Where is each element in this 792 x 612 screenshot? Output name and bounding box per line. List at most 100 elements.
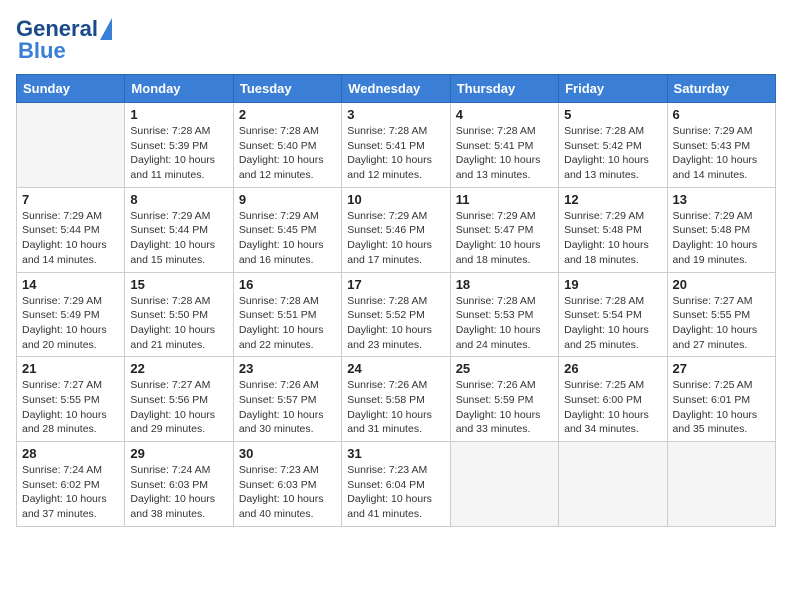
- day-info: Sunrise: 7:28 AMSunset: 5:39 PMDaylight:…: [130, 124, 227, 183]
- day-info: Sunrise: 7:28 AMSunset: 5:54 PMDaylight:…: [564, 294, 661, 353]
- day-info: Sunrise: 7:28 AMSunset: 5:40 PMDaylight:…: [239, 124, 336, 183]
- day-number: 7: [22, 192, 119, 207]
- calendar-cell: 24 Sunrise: 7:26 AMSunset: 5:58 PMDayligh…: [342, 357, 450, 442]
- day-number: 20: [673, 277, 770, 292]
- day-number: 2: [239, 107, 336, 122]
- calendar-cell: 29 Sunrise: 7:24 AMSunset: 6:03 PMDayligh…: [125, 442, 233, 527]
- day-info: Sunrise: 7:23 AMSunset: 6:03 PMDaylight:…: [239, 463, 336, 522]
- header-wednesday: Wednesday: [342, 75, 450, 103]
- day-number: 14: [22, 277, 119, 292]
- day-info: Sunrise: 7:29 AMSunset: 5:49 PMDaylight:…: [22, 294, 119, 353]
- day-info: Sunrise: 7:29 AMSunset: 5:48 PMDaylight:…: [564, 209, 661, 268]
- day-number: 22: [130, 361, 227, 376]
- day-info: Sunrise: 7:24 AMSunset: 6:02 PMDaylight:…: [22, 463, 119, 522]
- calendar-cell: 1 Sunrise: 7:28 AMSunset: 5:39 PMDaylight…: [125, 103, 233, 188]
- day-number: 11: [456, 192, 553, 207]
- day-info: Sunrise: 7:25 AMSunset: 6:00 PMDaylight:…: [564, 378, 661, 437]
- calendar-cell: 12Sunrise: 7:29 AMSunset: 5:48 PMDayligh…: [559, 187, 667, 272]
- day-info: Sunrise: 7:27 AMSunset: 5:56 PMDaylight:…: [130, 378, 227, 437]
- calendar-cell: 28Sunrise: 7:24 AMSunset: 6:02 PMDayligh…: [17, 442, 125, 527]
- calendar-cell: 7 Sunrise: 7:29 AMSunset: 5:44 PMDaylight…: [17, 187, 125, 272]
- calendar-header-row: SundayMondayTuesdayWednesdayThursdayFrid…: [17, 75, 776, 103]
- day-number: 1: [130, 107, 227, 122]
- day-info: Sunrise: 7:24 AMSunset: 6:03 PMDaylight:…: [130, 463, 227, 522]
- calendar-cell: [559, 442, 667, 527]
- calendar-cell: [450, 442, 558, 527]
- day-info: Sunrise: 7:28 AMSunset: 5:41 PMDaylight:…: [347, 124, 444, 183]
- day-info: Sunrise: 7:29 AMSunset: 5:46 PMDaylight:…: [347, 209, 444, 268]
- day-number: 30: [239, 446, 336, 461]
- day-number: 29: [130, 446, 227, 461]
- day-info: Sunrise: 7:26 AMSunset: 5:58 PMDaylight:…: [347, 378, 444, 437]
- day-info: Sunrise: 7:29 AMSunset: 5:47 PMDaylight:…: [456, 209, 553, 268]
- calendar-cell: 20 Sunrise: 7:27 AMSunset: 5:55 PMDayligh…: [667, 272, 775, 357]
- day-number: 5: [564, 107, 661, 122]
- day-info: Sunrise: 7:28 AMSunset: 5:41 PMDaylight:…: [456, 124, 553, 183]
- day-info: Sunrise: 7:28 AMSunset: 5:51 PMDaylight:…: [239, 294, 336, 353]
- day-info: Sunrise: 7:26 AMSunset: 5:59 PMDaylight:…: [456, 378, 553, 437]
- day-number: 23: [239, 361, 336, 376]
- calendar-cell: 13 Sunrise: 7:29 AMSunset: 5:48 PMDayligh…: [667, 187, 775, 272]
- calendar-week-3: 14 Sunrise: 7:29 AMSunset: 5:49 PMDayligh…: [17, 272, 776, 357]
- day-info: Sunrise: 7:27 AMSunset: 5:55 PMDaylight:…: [22, 378, 119, 437]
- calendar-week-2: 7 Sunrise: 7:29 AMSunset: 5:44 PMDaylight…: [17, 187, 776, 272]
- calendar-cell: 9 Sunrise: 7:29 AMSunset: 5:45 PMDaylight…: [233, 187, 341, 272]
- calendar-cell: 10Sunrise: 7:29 AMSunset: 5:46 PMDayligh…: [342, 187, 450, 272]
- day-number: 6: [673, 107, 770, 122]
- day-number: 24: [347, 361, 444, 376]
- calendar-cell: 30 Sunrise: 7:23 AMSunset: 6:03 PMDayligh…: [233, 442, 341, 527]
- calendar-cell: 31 Sunrise: 7:23 AMSunset: 6:04 PMDayligh…: [342, 442, 450, 527]
- day-info: Sunrise: 7:27 AMSunset: 5:55 PMDaylight:…: [673, 294, 770, 353]
- day-number: 25: [456, 361, 553, 376]
- day-info: Sunrise: 7:23 AMSunset: 6:04 PMDaylight:…: [347, 463, 444, 522]
- calendar-cell: [17, 103, 125, 188]
- calendar-cell: 14 Sunrise: 7:29 AMSunset: 5:49 PMDayligh…: [17, 272, 125, 357]
- calendar-cell: 27 Sunrise: 7:25 AMSunset: 6:01 PMDayligh…: [667, 357, 775, 442]
- day-number: 16: [239, 277, 336, 292]
- calendar-cell: 3 Sunrise: 7:28 AMSunset: 5:41 PMDaylight…: [342, 103, 450, 188]
- day-number: 3: [347, 107, 444, 122]
- logo: General Blue: [16, 16, 112, 64]
- calendar-cell: 22 Sunrise: 7:27 AMSunset: 5:56 PMDayligh…: [125, 357, 233, 442]
- day-info: Sunrise: 7:29 AMSunset: 5:45 PMDaylight:…: [239, 209, 336, 268]
- day-number: 27: [673, 361, 770, 376]
- calendar-cell: 23 Sunrise: 7:26 AMSunset: 5:57 PMDayligh…: [233, 357, 341, 442]
- day-info: Sunrise: 7:28 AMSunset: 5:50 PMDaylight:…: [130, 294, 227, 353]
- day-number: 8: [130, 192, 227, 207]
- day-info: Sunrise: 7:28 AMSunset: 5:52 PMDaylight:…: [347, 294, 444, 353]
- calendar-cell: 17 Sunrise: 7:28 AMSunset: 5:52 PMDayligh…: [342, 272, 450, 357]
- logo-arrow-icon: [100, 18, 112, 40]
- calendar-cell: [667, 442, 775, 527]
- day-number: 19: [564, 277, 661, 292]
- day-number: 13: [673, 192, 770, 207]
- day-info: Sunrise: 7:29 AMSunset: 5:44 PMDaylight:…: [130, 209, 227, 268]
- day-info: Sunrise: 7:29 AMSunset: 5:44 PMDaylight:…: [22, 209, 119, 268]
- page-header: General Blue: [16, 16, 776, 64]
- calendar-cell: 11 Sunrise: 7:29 AMSunset: 5:47 PMDayligh…: [450, 187, 558, 272]
- calendar-cell: 16 Sunrise: 7:28 AMSunset: 5:51 PMDayligh…: [233, 272, 341, 357]
- day-number: 26: [564, 361, 661, 376]
- day-info: Sunrise: 7:25 AMSunset: 6:01 PMDaylight:…: [673, 378, 770, 437]
- header-friday: Friday: [559, 75, 667, 103]
- calendar-cell: 19 Sunrise: 7:28 AMSunset: 5:54 PMDayligh…: [559, 272, 667, 357]
- header-sunday: Sunday: [17, 75, 125, 103]
- header-tuesday: Tuesday: [233, 75, 341, 103]
- day-number: 31: [347, 446, 444, 461]
- calendar-cell: 8 Sunrise: 7:29 AMSunset: 5:44 PMDaylight…: [125, 187, 233, 272]
- calendar-table: SundayMondayTuesdayWednesdayThursdayFrid…: [16, 74, 776, 527]
- day-info: Sunrise: 7:26 AMSunset: 5:57 PMDaylight:…: [239, 378, 336, 437]
- day-number: 17: [347, 277, 444, 292]
- day-number: 21: [22, 361, 119, 376]
- calendar-cell: 2 Sunrise: 7:28 AMSunset: 5:40 PMDaylight…: [233, 103, 341, 188]
- calendar-cell: 6Sunrise: 7:29 AMSunset: 5:43 PMDaylight…: [667, 103, 775, 188]
- day-number: 9: [239, 192, 336, 207]
- day-number: 15: [130, 277, 227, 292]
- calendar-cell: 26 Sunrise: 7:25 AMSunset: 6:00 PMDayligh…: [559, 357, 667, 442]
- calendar-cell: 5Sunrise: 7:28 AMSunset: 5:42 PMDaylight…: [559, 103, 667, 188]
- day-info: Sunrise: 7:28 AMSunset: 5:53 PMDaylight:…: [456, 294, 553, 353]
- day-number: 18: [456, 277, 553, 292]
- calendar-cell: 21 Sunrise: 7:27 AMSunset: 5:55 PMDayligh…: [17, 357, 125, 442]
- day-info: Sunrise: 7:29 AMSunset: 5:48 PMDaylight:…: [673, 209, 770, 268]
- calendar-cell: 4Sunrise: 7:28 AMSunset: 5:41 PMDaylight…: [450, 103, 558, 188]
- calendar-week-1: 1 Sunrise: 7:28 AMSunset: 5:39 PMDaylight…: [17, 103, 776, 188]
